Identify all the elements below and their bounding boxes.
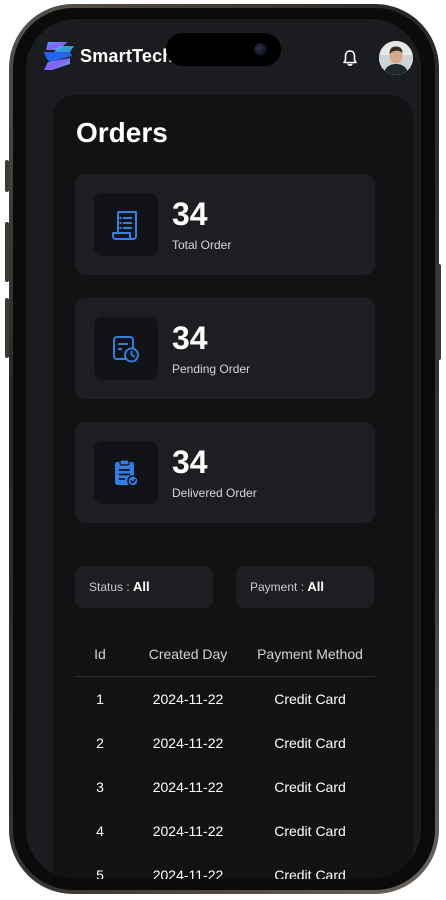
volume-up-button xyxy=(5,222,9,282)
front-camera xyxy=(254,43,267,56)
table-row[interactable]: 3 2024-11-22 Credit Card xyxy=(75,765,375,809)
cell-id: 5 xyxy=(96,867,104,879)
calendar-clock-icon xyxy=(113,335,139,362)
stat-label: Total Order xyxy=(172,238,232,252)
clipboard-check-icon xyxy=(115,458,139,487)
cell-payment-method: Credit Card xyxy=(274,691,346,707)
stat-icon-box xyxy=(94,193,158,256)
cell-id: 1 xyxy=(96,691,104,707)
status-filter-value: All xyxy=(133,579,150,594)
bell-icon[interactable] xyxy=(342,49,358,67)
stat-icon-box xyxy=(94,441,158,504)
cell-id: 2 xyxy=(96,735,104,751)
status-filter[interactable]: Status : All xyxy=(75,566,213,608)
column-header-payment-method[interactable]: Payment Method xyxy=(257,646,363,662)
stat-value: 34 xyxy=(172,444,208,480)
column-header-id[interactable]: Id xyxy=(94,646,106,662)
stat-card-pending-order: 34 Pending Order xyxy=(75,298,375,399)
stat-label: Pending Order xyxy=(172,362,251,376)
table-row[interactable]: 1 2024-11-22 Credit Card xyxy=(75,677,375,721)
silent-switch xyxy=(5,160,9,192)
page-title: Orders xyxy=(76,117,168,148)
cell-payment-method: Credit Card xyxy=(274,867,346,879)
payment-filter-label: Payment : xyxy=(250,580,308,594)
cell-id: 4 xyxy=(96,823,104,839)
cell-created-day: 2024-11-22 xyxy=(152,823,224,839)
receipt-icon xyxy=(112,210,137,240)
brand-name[interactable]: SmartTech xyxy=(80,46,174,67)
cell-created-day: 2024-11-22 xyxy=(152,735,224,751)
stat-icon-box xyxy=(94,317,158,380)
cell-created-day: 2024-11-22 xyxy=(152,691,224,707)
power-button xyxy=(437,264,441,360)
cell-created-day: 2024-11-22 xyxy=(152,779,224,795)
volume-down-button xyxy=(5,298,9,358)
table-header: Id Created Day Payment Method xyxy=(75,633,375,677)
stat-value: 34 xyxy=(172,196,208,232)
stat-value: 34 xyxy=(172,320,208,356)
user-avatar[interactable] xyxy=(379,41,413,75)
cell-created-day: 2024-11-22 xyxy=(152,867,224,879)
cell-payment-method: Credit Card xyxy=(274,823,346,839)
cell-payment-method: Credit Card xyxy=(274,779,346,795)
stat-label: Delivered Order xyxy=(172,486,257,500)
payment-filter[interactable]: Payment : All xyxy=(236,566,374,608)
stat-card-total-order: 34 Total Order xyxy=(75,174,375,275)
column-header-created-day[interactable]: Created Day xyxy=(149,646,228,662)
table-row[interactable]: 2 2024-11-22 Credit Card xyxy=(75,721,375,765)
payment-filter-value: All xyxy=(307,579,324,594)
app-screen: SmartTech Orders 34 Total Order 34 Pendi… xyxy=(26,19,421,879)
orders-table: Id Created Day Payment Method 1 2024-11-… xyxy=(75,633,375,879)
orders-panel: Orders 34 Total Order 34 Pending Order 3… xyxy=(53,95,413,879)
avatar-image-icon xyxy=(379,41,413,75)
table-row[interactable]: 5 2024-11-22 Credit Card xyxy=(75,853,375,879)
cell-payment-method: Credit Card xyxy=(274,735,346,751)
smarttech-logo-icon[interactable] xyxy=(40,38,76,74)
cell-id: 3 xyxy=(96,779,104,795)
table-row[interactable]: 4 2024-11-22 Credit Card xyxy=(75,809,375,853)
status-filter-label: Status : xyxy=(89,580,134,594)
dynamic-island xyxy=(166,33,281,66)
stat-card-delivered-order: 34 Delivered Order xyxy=(75,422,375,523)
